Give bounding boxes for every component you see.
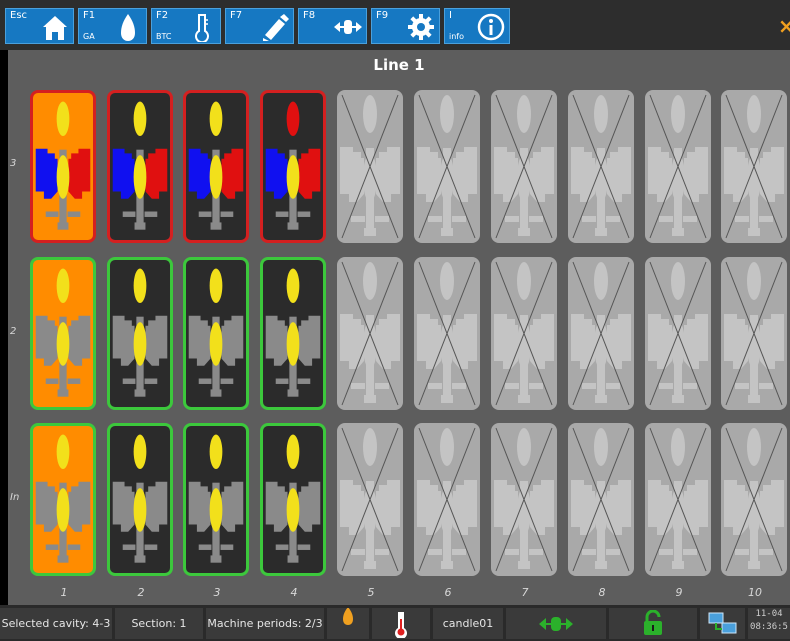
column-label-2: 2 bbox=[137, 586, 145, 599]
cavity-2-9[interactable] bbox=[645, 257, 711, 410]
home-button-key: Esc bbox=[10, 10, 28, 21]
expand-horizontal-icon bbox=[334, 20, 362, 34]
cavity-in-8[interactable] bbox=[568, 423, 634, 576]
ga-button-key: F1 bbox=[83, 10, 96, 21]
info-button-key: I bbox=[449, 10, 452, 21]
btc-button-key: F2 bbox=[156, 10, 169, 21]
column-label-10: 10 bbox=[748, 586, 762, 599]
cavity-2-6[interactable] bbox=[414, 257, 480, 410]
btc-button[interactable]: F2 BTC bbox=[151, 8, 221, 44]
cavity-in-4[interactable] bbox=[260, 423, 326, 576]
row-label-2: 2 bbox=[10, 326, 17, 337]
close-icon[interactable]: × bbox=[778, 14, 790, 38]
drop-icon bbox=[343, 608, 353, 625]
line-title: Line 1 bbox=[373, 56, 425, 74]
cavity-2-2[interactable] bbox=[107, 257, 173, 410]
info-button-sub: info bbox=[449, 32, 465, 41]
cavity-3-4[interactable] bbox=[260, 90, 326, 243]
column-label-3: 3 bbox=[213, 586, 221, 599]
ga-button-sub: GA bbox=[83, 32, 95, 41]
clock: 11-04 08:36:5 bbox=[748, 608, 790, 639]
network-status[interactable] bbox=[700, 608, 745, 639]
column-label-4: 4 bbox=[290, 586, 298, 599]
settings-button[interactable]: F9 bbox=[371, 8, 440, 44]
drop-status[interactable] bbox=[327, 608, 369, 639]
unlock-icon bbox=[644, 610, 662, 635]
home-icon bbox=[43, 16, 67, 40]
expand-button-key: F8 bbox=[303, 10, 316, 21]
thermometer-icon bbox=[395, 612, 407, 638]
drop-icon bbox=[121, 14, 135, 41]
product-name: candle01 bbox=[433, 608, 503, 639]
cavity-2-10[interactable] bbox=[721, 257, 787, 410]
cavity-3-5[interactable] bbox=[337, 90, 403, 243]
section-status: Section: 1 bbox=[115, 608, 203, 639]
cavity-2-4[interactable] bbox=[260, 257, 326, 410]
cavity-in-2[interactable] bbox=[107, 423, 173, 576]
expand-status[interactable] bbox=[506, 608, 606, 639]
cavity-in-1[interactable] bbox=[30, 423, 96, 576]
column-label-8: 8 bbox=[598, 586, 606, 599]
machine-periods-status: Machine periods: 2/3 bbox=[206, 608, 324, 639]
cavity-3-2[interactable] bbox=[107, 90, 173, 243]
cavity-2-1[interactable] bbox=[30, 257, 96, 410]
cavity-in-9[interactable] bbox=[645, 423, 711, 576]
column-label-7: 7 bbox=[521, 586, 529, 599]
cavity-in-3[interactable] bbox=[183, 423, 249, 576]
cavity-3-9[interactable] bbox=[645, 90, 711, 243]
cavity-3-8[interactable] bbox=[568, 90, 634, 243]
status-bar: Selected cavity: 4-3 Section: 1 Machine … bbox=[0, 605, 790, 641]
column-label-9: 9 bbox=[675, 586, 683, 599]
thermometer-icon bbox=[195, 14, 209, 42]
row-label-in: In bbox=[10, 492, 20, 503]
date-text: 11-04 bbox=[755, 609, 783, 619]
gear-icon bbox=[408, 14, 434, 40]
expand-button[interactable]: F8 bbox=[298, 8, 367, 44]
lock-status[interactable] bbox=[609, 608, 697, 639]
cavity-in-5[interactable] bbox=[337, 423, 403, 576]
column-label-1: 1 bbox=[60, 586, 68, 599]
info-button[interactable]: I info bbox=[444, 8, 510, 44]
expand-horizontal-icon bbox=[539, 617, 573, 631]
toolbar: Esc F1 GA F2 BTC F7 F8 F9 I info × bbox=[0, 0, 790, 50]
edit-icon bbox=[263, 14, 289, 41]
cavity-3-3[interactable] bbox=[183, 90, 249, 243]
cavity-in-7[interactable] bbox=[491, 423, 557, 576]
edit-button-key: F7 bbox=[230, 10, 243, 21]
temperature-status[interactable] bbox=[372, 608, 430, 639]
cavity-in-10[interactable] bbox=[721, 423, 787, 576]
home-button[interactable]: Esc bbox=[5, 8, 74, 44]
info-icon bbox=[477, 13, 505, 41]
cavity-2-3[interactable] bbox=[183, 257, 249, 410]
cavity-2-8[interactable] bbox=[568, 257, 634, 410]
cavity-3-10[interactable] bbox=[721, 90, 787, 243]
selected-cavity-status: Selected cavity: 4-3 bbox=[0, 608, 112, 639]
cavity-2-7[interactable] bbox=[491, 257, 557, 410]
time-text: 08:36:5 bbox=[750, 622, 788, 632]
column-label-5: 5 bbox=[367, 586, 375, 599]
cavity-3-6[interactable] bbox=[414, 90, 480, 243]
btc-button-sub: BTC bbox=[156, 32, 172, 41]
cavity-3-7[interactable] bbox=[491, 90, 557, 243]
ga-button[interactable]: F1 GA bbox=[78, 8, 147, 44]
network-icon bbox=[708, 612, 737, 634]
cavity-in-6[interactable] bbox=[414, 423, 480, 576]
row-label-3: 3 bbox=[10, 158, 17, 169]
edit-button[interactable]: F7 bbox=[225, 8, 294, 44]
column-label-6: 6 bbox=[444, 586, 452, 599]
cavity-3-1[interactable] bbox=[30, 90, 96, 243]
cavity-2-5[interactable] bbox=[337, 257, 403, 410]
settings-button-key: F9 bbox=[376, 10, 389, 21]
cavity-panel: Line 1 3 2 In 1 2 3 4 5 6 7 8 9 10 bbox=[8, 50, 790, 605]
